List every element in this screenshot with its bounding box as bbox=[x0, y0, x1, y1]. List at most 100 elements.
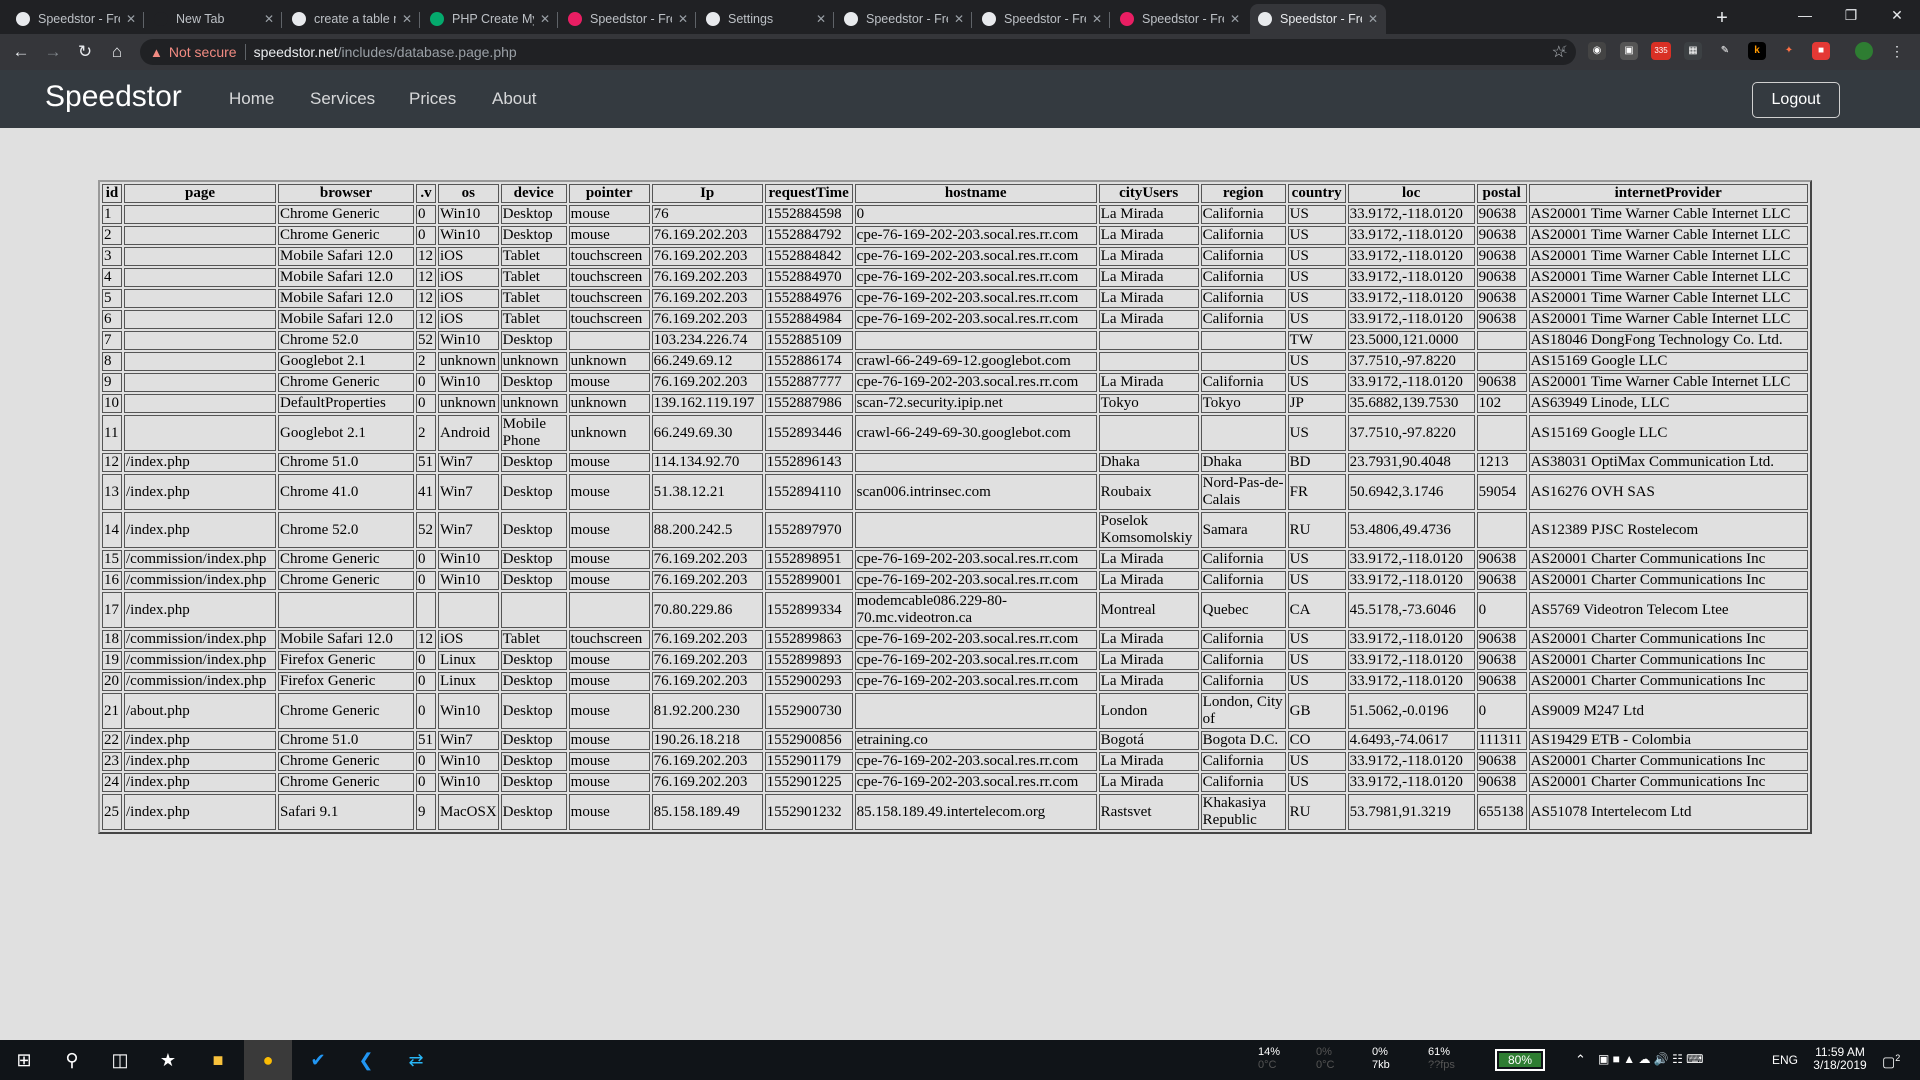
table-cell-postal: 111311 bbox=[1476, 731, 1527, 750]
app-icon[interactable]: ★ bbox=[144, 1040, 192, 1080]
extension-badge-icon[interactable]: 335 bbox=[1651, 42, 1671, 60]
site-brand[interactable]: Speedstor bbox=[45, 80, 182, 114]
address-bar[interactable]: ▲ Not secure speedstor.net/includes/data… bbox=[140, 39, 1576, 65]
browser-tab[interactable]: Speedstor - Freelance ✕ bbox=[1112, 4, 1248, 34]
profile-avatar[interactable] bbox=[1855, 42, 1873, 60]
table-cell-postal bbox=[1476, 331, 1527, 350]
logout-button[interactable]: Logout bbox=[1752, 82, 1840, 118]
table-cell-ip: 66.249.69.30 bbox=[651, 415, 763, 451]
table-cell-hostname: cpe-76-169-202-203.socal.res.rr.com bbox=[854, 672, 1097, 691]
table-cell-pointer: mouse bbox=[568, 226, 650, 245]
table-cell-v: 0 bbox=[416, 773, 436, 792]
table-row: 13/index.php Chrome 41.0 41 Win7 Desktop mous… bbox=[102, 474, 1808, 510]
pen-extension-icon[interactable]: ✎ bbox=[1716, 42, 1734, 60]
browser-tab[interactable]: Speedstor - Freelance ✕ bbox=[560, 4, 696, 34]
file-explorer-icon[interactable]: ■ bbox=[194, 1040, 242, 1080]
table-cell-hostname bbox=[854, 453, 1097, 472]
back-icon[interactable]: ← bbox=[9, 40, 33, 64]
blank-favicon bbox=[154, 12, 168, 26]
table-cell-requesttime: 1552898951 bbox=[764, 550, 853, 569]
forward-icon[interactable]: → bbox=[41, 40, 65, 64]
table-cell-internetprovider: AS19429 ETB - Colombia bbox=[1528, 731, 1808, 750]
k-extension-icon[interactable]: k bbox=[1748, 42, 1766, 60]
tray-chevron-icon[interactable]: ⌃ bbox=[1575, 1053, 1586, 1066]
table-cell-pointer bbox=[568, 592, 650, 628]
browser-tab[interactable]: Speedstor - Freelance ✕ bbox=[1250, 4, 1386, 34]
table-cell-page: /index.php bbox=[124, 752, 276, 771]
todo-icon[interactable]: ✔ bbox=[294, 1040, 342, 1080]
menu-kebab-icon[interactable]: ⋮ bbox=[1888, 42, 1906, 60]
nav-prices[interactable]: Prices bbox=[409, 89, 456, 109]
browser-tab[interactable]: create a table mysql ✕ bbox=[284, 4, 420, 34]
table-cell-id: 2 bbox=[102, 226, 122, 245]
task-view-icon[interactable]: ◫ bbox=[96, 1040, 144, 1080]
tab-close-icon[interactable]: ✕ bbox=[954, 12, 964, 26]
tab-close-icon[interactable]: ✕ bbox=[678, 12, 688, 26]
table-cell-hostname: 85.158.189.49.intertelecom.org bbox=[854, 794, 1097, 830]
teamviewer-icon[interactable]: ⇄ bbox=[392, 1040, 440, 1080]
extension-icon[interactable]: ◉ bbox=[1588, 42, 1606, 60]
vscode-icon[interactable]: ❮ bbox=[342, 1040, 390, 1080]
table-cell-id: 22 bbox=[102, 731, 122, 750]
browser-tab[interactable]: Speedstor - Freelance ✕ bbox=[974, 4, 1110, 34]
globe-icon bbox=[982, 12, 996, 26]
table-cell-hostname: cpe-76-169-202-203.socal.res.rr.com bbox=[854, 310, 1097, 329]
tab-close-icon[interactable]: ✕ bbox=[1368, 12, 1378, 26]
tray-apps-icon[interactable]: ▣ ■ ▲ ☁ 🔊 ☷ ⌨ bbox=[1598, 1053, 1704, 1066]
security-status[interactable]: Not secure bbox=[169, 44, 237, 60]
fox-extension-icon[interactable]: ✦ bbox=[1780, 42, 1798, 60]
nav-services[interactable]: Services bbox=[310, 89, 375, 109]
notification-icon[interactable]: ▢2 bbox=[1882, 1052, 1900, 1069]
search-icon[interactable]: ⚲ bbox=[48, 1040, 96, 1080]
tab-close-icon[interactable]: ✕ bbox=[1230, 12, 1240, 26]
browser-tab[interactable]: PHP Create MySQL ✕ bbox=[422, 4, 558, 34]
browser-tab[interactable]: Speedstor - Freelance ✕ bbox=[8, 4, 144, 34]
table-header-row: id page browser .v os device pointer Ip requestT… bbox=[102, 184, 1808, 203]
table-cell-internetprovider: AS15169 Google LLC bbox=[1528, 352, 1808, 371]
clock[interactable]: 11:59 AM 3/18/2019 bbox=[1810, 1046, 1870, 1072]
browser-tab[interactable]: Speedstor - Freelance ✕ bbox=[836, 4, 972, 34]
column-header-id: id bbox=[102, 184, 122, 203]
shield-extension-icon[interactable]: ■ bbox=[1812, 42, 1830, 60]
battery-meter[interactable]: 80% bbox=[1495, 1049, 1545, 1071]
tab-close-icon[interactable]: ✕ bbox=[1092, 12, 1102, 26]
tab-close-icon[interactable]: ✕ bbox=[264, 12, 274, 26]
table-cell-os: Android bbox=[438, 415, 499, 451]
table-cell-country: TW bbox=[1287, 331, 1346, 350]
restore-icon[interactable]: ❐ bbox=[1828, 0, 1874, 30]
nav-about[interactable]: About bbox=[492, 89, 536, 109]
table-cell-os: Win10 bbox=[438, 373, 499, 392]
tab-close-icon[interactable]: ✕ bbox=[540, 12, 550, 26]
table-cell-loc: 33.9172,-118.0120 bbox=[1347, 226, 1475, 245]
chrome-taskbar-icon[interactable]: ● bbox=[244, 1040, 292, 1080]
table-cell-postal: 90638 bbox=[1476, 571, 1527, 590]
table-cell-page bbox=[124, 394, 276, 413]
browser-tab[interactable]: New Tab ✕ bbox=[146, 4, 282, 34]
browser-tab[interactable]: Settings ✕ bbox=[698, 4, 834, 34]
nav-home[interactable]: Home bbox=[229, 89, 274, 109]
tab-close-icon[interactable]: ✕ bbox=[126, 12, 136, 26]
camera-extension-icon[interactable]: ▣ bbox=[1620, 42, 1638, 60]
tab-close-icon[interactable]: ✕ bbox=[402, 12, 412, 26]
grid-extension-icon[interactable]: ▦ bbox=[1684, 42, 1702, 60]
new-tab-button[interactable]: + bbox=[1708, 4, 1736, 32]
reload-icon[interactable]: ↻ bbox=[73, 40, 97, 64]
table-row: 6 Mobile Safari 12.0 12 iOS Tablet touchscree… bbox=[102, 310, 1808, 329]
table-cell-requesttime: 1552887777 bbox=[764, 373, 853, 392]
windows-start-icon[interactable]: ⊞ bbox=[0, 1040, 48, 1080]
table-cell-region bbox=[1200, 331, 1286, 350]
table-cell-loc: 33.9172,-118.0120 bbox=[1347, 672, 1475, 691]
home-icon[interactable]: ⌂ bbox=[105, 40, 129, 64]
input-language[interactable]: ENG bbox=[1772, 1054, 1798, 1067]
table-cell-browser: Chrome 41.0 bbox=[278, 474, 414, 510]
moon-extension-icon[interactable]: ☾ bbox=[1557, 42, 1575, 60]
browser-toolbar: ← → ↻ ⌂ ▲ Not secure speedstor.net/inclu… bbox=[0, 34, 1920, 70]
close-window-icon[interactable]: ✕ bbox=[1874, 0, 1920, 30]
table-cell-ip: 190.26.18.218 bbox=[651, 731, 763, 750]
minimize-icon[interactable]: — bbox=[1782, 0, 1828, 30]
table-cell-hostname: etraining.co bbox=[854, 731, 1097, 750]
tab-separator bbox=[833, 12, 834, 28]
table-cell-pointer: mouse bbox=[568, 693, 650, 729]
table-cell-country: RU bbox=[1287, 794, 1346, 830]
tab-close-icon[interactable]: ✕ bbox=[816, 12, 826, 26]
